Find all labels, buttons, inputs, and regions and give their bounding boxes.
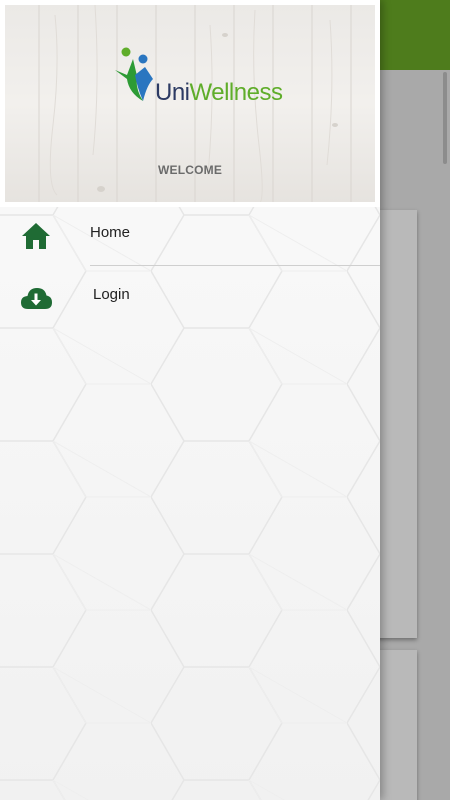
welcome-text: WELCOME — [157, 163, 223, 177]
wood-header-image: UniWellness WELCOME — [5, 5, 375, 202]
menu-item-label: Login — [93, 286, 130, 303]
menu-item-login[interactable]: Login — [0, 267, 380, 327]
drawer-header: UniWellness WELCOME — [0, 0, 380, 207]
brand-name: UniWellness — [155, 79, 283, 106]
menu-item-label: Home — [90, 224, 131, 241]
scrollbar[interactable] — [443, 72, 447, 164]
home-icon — [22, 223, 50, 249]
cloud-download-icon — [21, 288, 52, 309]
menu-item-home[interactable]: Home — [0, 205, 380, 265]
menu-divider — [90, 265, 380, 266]
screen: UniWellness WELCOME Home Login — [0, 0, 450, 800]
navigation-drawer: UniWellness WELCOME Home Login — [0, 0, 380, 800]
